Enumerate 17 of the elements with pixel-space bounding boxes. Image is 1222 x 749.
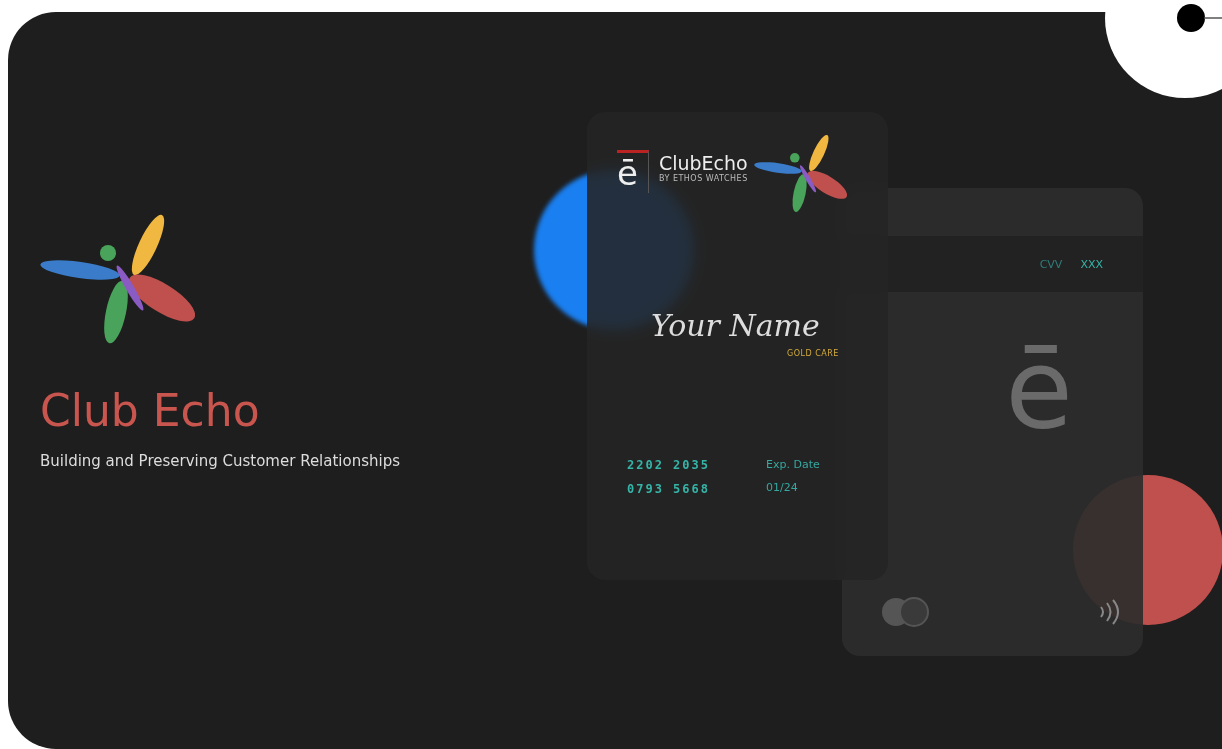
cvv-value: XXX <box>1080 257 1103 271</box>
cvv-label: CVV <box>1039 257 1063 271</box>
brand-title: Club Echo <box>40 384 261 438</box>
logo-letter: ē <box>617 150 649 193</box>
card-number: 0793 5668 <box>627 482 711 496</box>
logo-letter: ē <box>1005 334 1073 444</box>
contactless-icon <box>1097 598 1121 626</box>
expiry-label: Exp. Date <box>766 458 820 471</box>
card-brand-name: ClubEcho <box>658 152 748 174</box>
card-tier-label: GOLD CARE <box>787 349 839 358</box>
card-number: 2202 2035 <box>627 458 711 472</box>
card-circles-icon <box>880 596 932 628</box>
brand-subtitle: Building and Preserving Customer Relationships <box>40 452 402 470</box>
card-holder-name: Your Name <box>651 308 821 343</box>
expiry-date: 01/24 <box>766 481 799 494</box>
dot-line-icon <box>1176 3 1222 33</box>
card-brand-tagline: BY ETHOS WATCHES <box>658 174 748 183</box>
